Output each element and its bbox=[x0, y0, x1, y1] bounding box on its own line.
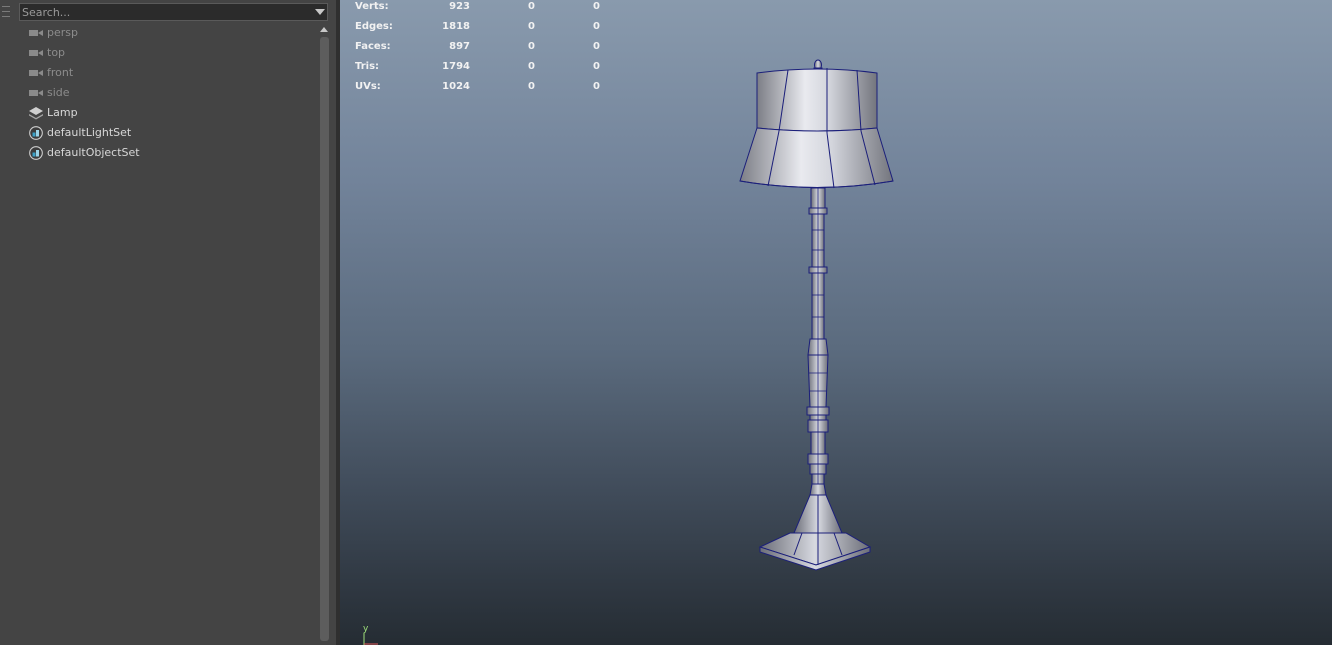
hud-label: Faces: bbox=[355, 41, 391, 52]
hud-value: 0 bbox=[593, 61, 600, 72]
hud-value: 0 bbox=[593, 81, 600, 92]
outliner-scrollbar[interactable] bbox=[319, 25, 330, 642]
set-icon bbox=[29, 146, 43, 160]
scroll-up-arrow-icon[interactable] bbox=[320, 27, 328, 32]
outliner-item-defaultobjectset[interactable]: defaultObjectSet bbox=[0, 143, 318, 163]
outliner-item-label: side bbox=[47, 86, 70, 99]
hud-value: 1794 bbox=[442, 61, 470, 72]
chevron-down-icon[interactable] bbox=[315, 9, 325, 15]
camera-icon bbox=[29, 30, 43, 36]
search-input[interactable] bbox=[22, 4, 307, 20]
outliner-item-lamp[interactable]: Lamp bbox=[0, 103, 318, 123]
hud-row-uvs: UVs: 1024 0 0 bbox=[355, 81, 615, 101]
search-field[interactable] bbox=[19, 3, 328, 21]
3d-viewport[interactable]: Verts: 923 0 0 Edges: 1818 0 0 Faces: 89… bbox=[340, 0, 1332, 645]
set-icon bbox=[29, 126, 43, 140]
hud-label: Edges: bbox=[355, 21, 393, 32]
hud-row-tris: Tris: 1794 0 0 bbox=[355, 61, 615, 81]
hud-value: 0 bbox=[528, 21, 535, 32]
hud-value: 1024 bbox=[442, 81, 470, 92]
hud-value: 897 bbox=[449, 41, 470, 52]
panel-drag-handle[interactable] bbox=[0, 3, 12, 20]
outliner-item-label: persp bbox=[47, 26, 78, 39]
outliner-item-front[interactable]: front bbox=[0, 63, 318, 83]
hud-value: 0 bbox=[593, 1, 600, 12]
hud-row-verts: Verts: 923 0 0 bbox=[355, 1, 615, 21]
hud-value: 0 bbox=[593, 41, 600, 52]
hud-row-faces: Faces: 897 0 0 bbox=[355, 41, 615, 61]
hud-label: UVs: bbox=[355, 81, 381, 92]
hud-value: 1818 bbox=[442, 21, 470, 32]
hud-value: 0 bbox=[528, 1, 535, 12]
outliner-item-label: top bbox=[47, 46, 66, 59]
hud-value: 0 bbox=[593, 21, 600, 32]
outliner-item-side[interactable]: side bbox=[0, 83, 318, 103]
outliner-panel: persp top front side bbox=[0, 0, 336, 645]
camera-icon bbox=[29, 70, 43, 76]
axis-y-label: y bbox=[363, 624, 369, 634]
outliner-item-defaultlightset[interactable]: defaultLightSet bbox=[0, 123, 318, 143]
outliner-item-label: front bbox=[47, 66, 74, 79]
camera-icon bbox=[29, 50, 43, 56]
hud-value: 0 bbox=[528, 81, 535, 92]
outliner-item-persp[interactable]: persp bbox=[0, 23, 318, 43]
hud-value: 0 bbox=[528, 41, 535, 52]
scrollbar-thumb[interactable] bbox=[320, 37, 329, 641]
outliner-item-label: defaultLightSet bbox=[47, 126, 132, 139]
outliner-item-top[interactable]: top bbox=[0, 43, 318, 63]
outliner-item-label: Lamp bbox=[47, 106, 78, 119]
camera-icon bbox=[29, 90, 43, 96]
lamp-model[interactable] bbox=[730, 55, 900, 575]
outliner-item-label: defaultObjectSet bbox=[47, 146, 140, 159]
hud-label: Verts: bbox=[355, 1, 389, 12]
hud-row-edges: Edges: 1818 0 0 bbox=[355, 21, 615, 41]
hud-value: 0 bbox=[528, 61, 535, 72]
group-icon bbox=[29, 107, 43, 120]
hud-label: Tris: bbox=[355, 61, 380, 72]
hud-value: 923 bbox=[449, 1, 470, 12]
